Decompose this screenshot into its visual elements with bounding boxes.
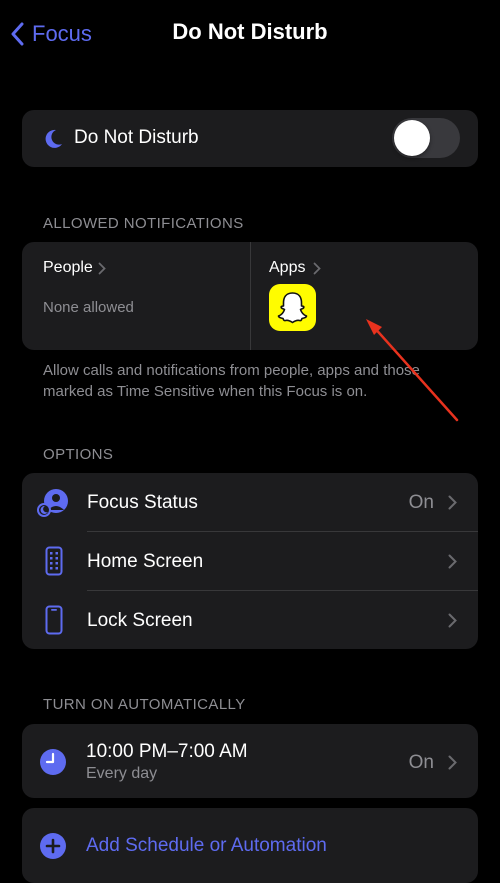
dnd-toggle-label: Do Not Disturb (74, 127, 199, 148)
lock-screen-icon (45, 605, 63, 635)
allowed-notifications-header: ALLOWED NOTIFICATIONS (43, 215, 244, 232)
turn-on-automatically-header: TURN ON AUTOMATICALLY (43, 696, 246, 713)
focus-status-label: Focus Status (87, 492, 198, 513)
ghost-icon (277, 292, 308, 324)
schedule-chevron-icon (448, 755, 457, 770)
people-chevron-icon (98, 262, 106, 275)
plus-circle-icon (40, 833, 66, 859)
schedule-time: 10:00 PM–7:00 AM (86, 741, 248, 762)
lock-screen-row[interactable]: Lock Screen (22, 591, 478, 649)
options-card: Focus Status On Home Screen Lock Screen (22, 473, 478, 649)
home-screen-row[interactable]: Home Screen (22, 532, 478, 590)
people-cell[interactable]: People None allowed (22, 242, 250, 350)
apps-chevron-icon (313, 262, 321, 275)
add-schedule-card[interactable]: Add Schedule or Automation (22, 808, 478, 883)
moon-icon (45, 129, 62, 148)
schedule-value: On (408, 752, 434, 773)
apps-label: Apps (269, 259, 306, 276)
dnd-toggle-card: Do Not Disturb (22, 110, 478, 167)
lock-screen-label: Lock Screen (87, 610, 193, 631)
annotation-arrow (366, 319, 459, 422)
schedule-card[interactable]: 10:00 PM–7:00 AM Every day On (22, 724, 478, 798)
add-schedule-label: Add Schedule or Automation (86, 835, 327, 856)
snapchat-app-icon (269, 284, 316, 331)
home-screen-chevron-icon (448, 554, 457, 569)
home-screen-icon (45, 546, 63, 576)
toggle-knob (394, 120, 430, 156)
options-header: OPTIONS (43, 446, 114, 463)
focus-status-value: On (408, 492, 434, 513)
schedule-days: Every day (86, 765, 158, 782)
focus-status-chevron-icon (448, 495, 457, 510)
page-title: Do Not Disturb (172, 19, 328, 44)
focus-status-icon (37, 489, 68, 517)
clock-icon (40, 749, 66, 775)
people-value: None allowed (43, 299, 134, 316)
focus-status-row[interactable]: Focus Status On (22, 473, 478, 531)
people-label: People (43, 259, 93, 276)
lock-screen-chevron-icon (448, 613, 457, 628)
dnd-toggle-switch[interactable] (392, 118, 460, 158)
home-screen-label: Home Screen (87, 551, 204, 572)
